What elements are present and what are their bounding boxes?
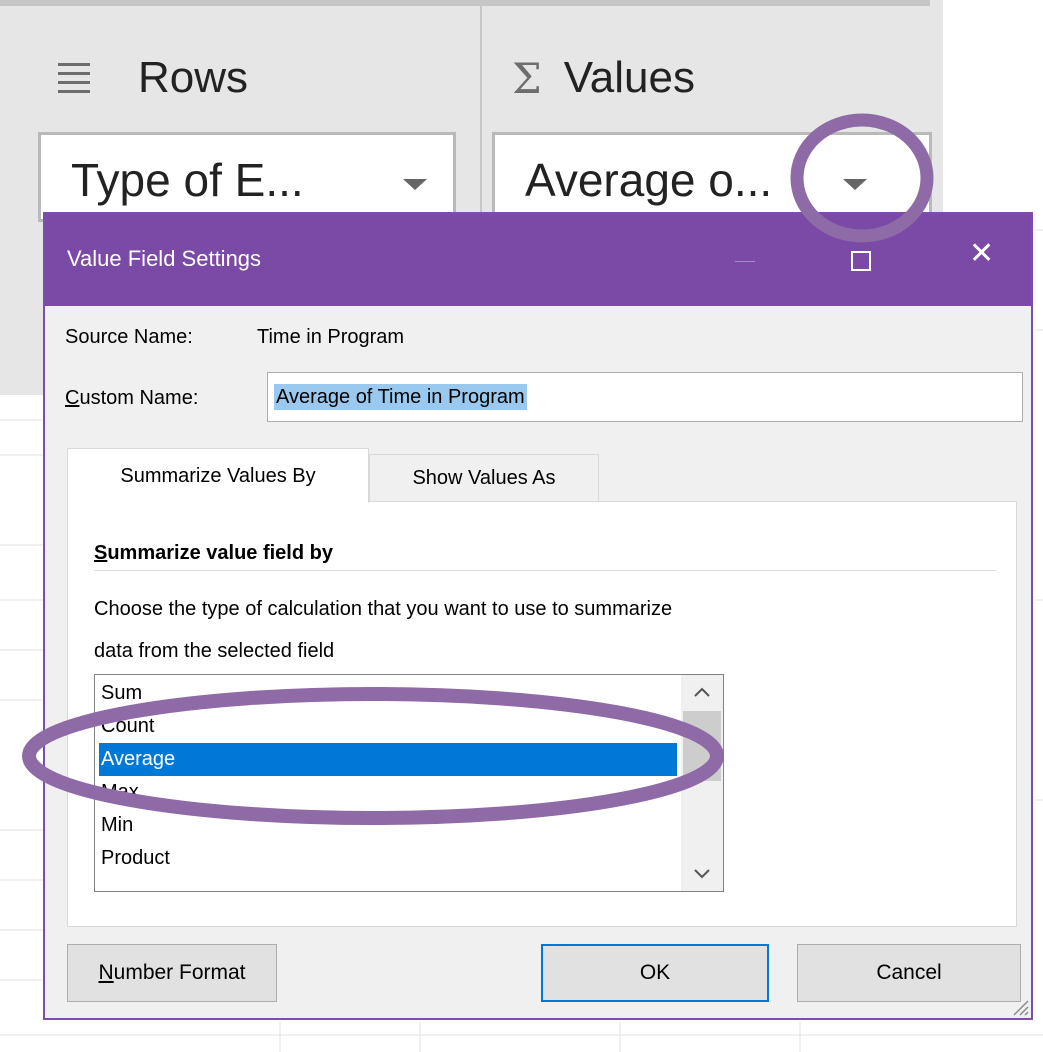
rows-icon bbox=[58, 63, 90, 93]
dropdown-arrow-icon[interactable] bbox=[403, 179, 427, 190]
tab-show-values-as[interactable]: Show Values As bbox=[369, 454, 599, 502]
list-item-average[interactable]: Average bbox=[99, 743, 677, 776]
section-divider bbox=[94, 570, 996, 571]
chevron-up-icon[interactable] bbox=[681, 675, 723, 709]
dialog-titlebar[interactable]: Value Field Settings ✕ bbox=[45, 214, 1031, 306]
listbox-scrollbar[interactable] bbox=[681, 675, 723, 891]
values-field-pill[interactable]: Average o... bbox=[492, 132, 932, 222]
rows-field-label: Type of E... bbox=[71, 154, 304, 206]
source-name-label: Source Name: bbox=[65, 326, 193, 348]
accelerator-key: N bbox=[98, 961, 114, 984]
source-name-value: Time in Program bbox=[257, 326, 405, 348]
panel-top-border bbox=[0, 0, 930, 6]
custom-name-label-text: ustom Name: bbox=[79, 387, 199, 409]
maximize-button[interactable] bbox=[851, 251, 871, 271]
list-item-sum[interactable]: Sum bbox=[99, 677, 677, 710]
ok-button[interactable]: OK bbox=[541, 944, 769, 1002]
rows-area-label: Rows bbox=[138, 53, 249, 102]
calculation-listbox[interactable]: Sum Count Average Max Min Product bbox=[94, 674, 724, 892]
description-line-1: Choose the type of calculation that you … bbox=[94, 598, 673, 620]
list-item-max[interactable]: Max bbox=[99, 776, 677, 809]
accelerator-key: S bbox=[94, 542, 108, 564]
custom-name-selected-text: Average of Time in Program bbox=[274, 384, 527, 410]
custom-name-label: Custom Name: bbox=[65, 387, 198, 410]
list-item-product[interactable]: Product bbox=[99, 842, 677, 875]
values-field-label: Average o... bbox=[525, 154, 773, 206]
resize-grip-icon[interactable] bbox=[1011, 998, 1029, 1016]
sigma-icon: Σ bbox=[512, 53, 542, 103]
section-title: Summarize value field by bbox=[94, 542, 333, 565]
values-area-label: Values bbox=[563, 53, 695, 102]
summarize-tab-panel: Summarize value field by Choose the type… bbox=[67, 501, 1017, 927]
number-format-label: umber Format bbox=[113, 961, 246, 984]
list-item-count[interactable]: Count bbox=[99, 710, 677, 743]
custom-name-input[interactable]: Average of Time in Program bbox=[267, 372, 1023, 422]
dropdown-arrow-icon[interactable] bbox=[843, 179, 867, 190]
tab-summarize-values-by[interactable]: Summarize Values By bbox=[67, 448, 369, 503]
number-format-button[interactable]: Number Format bbox=[67, 944, 277, 1002]
minimize-icon bbox=[735, 261, 755, 262]
cancel-button[interactable]: Cancel bbox=[797, 944, 1021, 1002]
section-title-text: ummarize value field by bbox=[107, 542, 333, 564]
rows-area-header: Rows bbox=[58, 48, 248, 108]
dialog-title: Value Field Settings bbox=[67, 246, 262, 271]
scroll-thumb[interactable] bbox=[683, 711, 721, 781]
accelerator-key: C bbox=[65, 387, 80, 409]
list-item-min[interactable]: Min bbox=[99, 809, 677, 842]
value-field-settings-dialog: Value Field Settings ✕ Source Name: Time… bbox=[43, 212, 1033, 1020]
values-area-header: Σ Values bbox=[512, 48, 695, 108]
close-button[interactable]: ✕ bbox=[969, 239, 994, 269]
description-line-2: data from the selected field bbox=[94, 640, 335, 662]
rows-field-pill[interactable]: Type of E... bbox=[38, 132, 456, 222]
chevron-down-icon[interactable] bbox=[681, 857, 723, 891]
